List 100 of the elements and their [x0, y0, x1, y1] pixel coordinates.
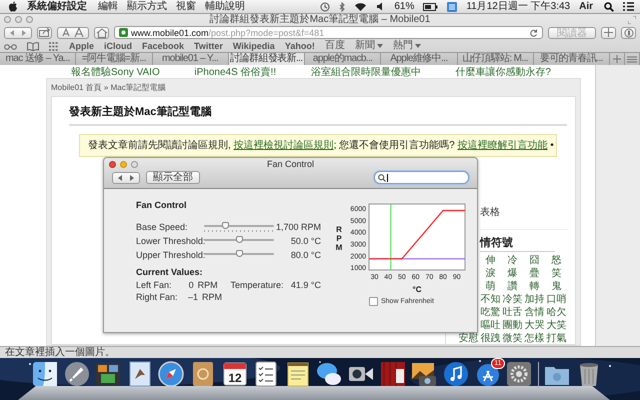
emoticon-link[interactable]: 大哭 — [524, 318, 545, 332]
emoticon-link[interactable]: 疊 — [524, 266, 545, 280]
show-all-button[interactable]: 顯示全部 — [146, 171, 200, 184]
add-button[interactable] — [601, 26, 616, 38]
bookmark-link[interactable]: Facebook — [142, 40, 184, 52]
bookmark-link[interactable]: Twitter — [194, 40, 223, 52]
browser-tab[interactable]: Apple維修中... — [381, 53, 458, 65]
emoticon-link[interactable]: 很跩 — [480, 330, 501, 344]
back-forward-button[interactable] — [4, 26, 32, 38]
close-button[interactable] — [109, 161, 116, 168]
music-note-icon[interactable] — [442, 360, 469, 388]
emoticon-link[interactable]: 冷 — [502, 252, 523, 266]
emoticon-link[interactable]: 怎樣 — [524, 330, 545, 344]
ad-link[interactable]: 浴室組合限時限量優惠中 — [310, 65, 421, 78]
back-forward-button[interactable] — [112, 172, 140, 184]
list-icon[interactable] — [623, 2, 634, 11]
emoticon-link[interactable]: 吃驚 — [480, 304, 501, 318]
grid-icon[interactable] — [49, 42, 59, 50]
breadcrumb[interactable]: Mobile01 首頁 » Mac筆記型電腦 — [51, 82, 576, 96]
reload-icon[interactable] — [530, 28, 538, 36]
fullscreen-icon[interactable] — [628, 16, 636, 24]
emoticon-link[interactable]: 轉 — [524, 278, 545, 292]
slider[interactable] — [204, 222, 274, 232]
emoticon-link[interactable]: 哈欠 — [546, 304, 567, 318]
wifi-icon[interactable] — [354, 2, 368, 12]
battery-icon[interactable] — [423, 2, 438, 10]
search-field[interactable] — [374, 171, 469, 184]
downloads-button[interactable] — [621, 26, 636, 38]
emoticon-link[interactable]: 囧 — [524, 252, 545, 266]
address-field[interactable]: www.mobile01.com/post.php?mode=post&f=481 — [114, 26, 543, 39]
emoticon-link[interactable]: 不知 — [480, 292, 501, 306]
emoticon-link[interactable]: 安慰 — [458, 330, 479, 344]
emoticon-link[interactable]: 大笑 — [546, 318, 567, 332]
emoticon-link[interactable]: 冷笑 — [502, 292, 523, 306]
bookmark-link[interactable]: Wikipedia — [232, 40, 275, 52]
calendar-icon[interactable]: 12 — [222, 360, 248, 388]
bookmark-link[interactable]: iCloud — [104, 40, 132, 52]
gear-icon[interactable] — [506, 360, 532, 388]
bookmark-link[interactable]: Apple — [69, 40, 94, 52]
keyboard-input-icon[interactable] — [447, 2, 458, 12]
glasses-icon[interactable] — [4, 42, 17, 50]
emoticon-link[interactable]: 打氣 — [546, 330, 567, 344]
tab-overview-button[interactable] — [625, 53, 640, 65]
split-face-icon[interactable] — [32, 360, 58, 388]
curtain-icon[interactable] — [380, 360, 406, 388]
notice-link[interactable]: 按這裡瞭解引言功能 — [457, 140, 548, 151]
browser-tab[interactable]: apple的macb... — [305, 53, 382, 65]
bookmark-link[interactable]: 熱門 — [392, 40, 421, 52]
calendar-date: 12 — [228, 371, 242, 385]
emoticon-link[interactable]: 嘔吐 — [480, 318, 501, 332]
text-size-button[interactable] — [57, 26, 89, 38]
emoticon-link[interactable]: 讚 — [502, 278, 523, 292]
bluetooth-icon[interactable] — [339, 2, 346, 12]
emoticon-link[interactable]: 萌 — [480, 278, 501, 292]
clock-icon[interactable] — [320, 2, 330, 12]
ad-link[interactable]: 報名體驗Sony VAIO — [71, 65, 160, 78]
menu-item[interactable]: 顯示方式 — [127, 0, 167, 13]
emoticon-link[interactable]: 吐舌 — [502, 304, 523, 318]
windows-icon[interactable] — [95, 360, 122, 388]
menu-item[interactable]: 視窗 — [176, 0, 196, 13]
menu-clock[interactable]: 11月12日週一 下午3:43 — [466, 0, 570, 13]
menu-item[interactable]: 編輯 — [98, 0, 118, 13]
menu-item[interactable]: 系統偏好設定 — [27, 0, 89, 13]
browser-tab[interactable]: 要可的青春訊... — [534, 53, 610, 65]
compass-icon[interactable] — [158, 360, 184, 388]
emoticon-link[interactable]: 淚 — [480, 266, 501, 280]
menu-item[interactable]: 輔助說明 — [205, 0, 245, 13]
emoticon-link[interactable]: 鬼 — [546, 278, 567, 292]
browser-tab[interactable]: mobile01 – Y... — [152, 53, 229, 65]
checkbox[interactable] — [369, 297, 378, 306]
emoticon-link[interactable]: 口哨 — [546, 292, 567, 306]
notice-link[interactable]: 按這裡檢視討論區規則 — [234, 140, 334, 151]
emoticon-link[interactable]: 團動 — [502, 318, 523, 332]
emoticon-link[interactable]: 怒 — [546, 252, 567, 266]
emoticon-link[interactable]: 加持 — [524, 292, 545, 306]
user-name[interactable]: Air — [579, 0, 595, 13]
browser-tab[interactable]: mac 送修 – Ya... — [0, 53, 76, 65]
bookmark-link[interactable]: 新聞 — [354, 40, 383, 52]
apple-icon[interactable] — [8, 1, 18, 12]
bookmark-link[interactable]: 百度 — [324, 40, 345, 52]
ad-link[interactable]: 什麼車讓你感動永存? — [455, 65, 551, 78]
emoticon-link[interactable]: 微笑 — [502, 330, 523, 344]
book-icon[interactable] — [27, 42, 39, 50]
bookmark-link[interactable]: Yahoo! — [284, 40, 315, 52]
emoticon-link[interactable]: 笑 — [546, 266, 567, 280]
ad-link[interactable]: iPhone4S 俗俗賣!! — [194, 65, 276, 78]
browser-tab[interactable]: 山仔頂驛站: M... — [458, 53, 534, 65]
speech-bubbles-icon[interactable] — [316, 360, 342, 388]
camera-photo-icon[interactable] — [411, 360, 438, 388]
emoticon-link[interactable]: 伸 — [480, 252, 501, 266]
notepad-icon[interactable] — [284, 360, 311, 388]
browser-tab[interactable]: 討論群組發表新... — [228, 53, 305, 65]
home-button[interactable] — [94, 26, 109, 38]
emoticon-link[interactable]: 含情 — [524, 304, 545, 318]
checklist-icon[interactable] — [253, 360, 280, 388]
share-button[interactable] — [37, 26, 52, 38]
new-tab-button[interactable] — [610, 53, 625, 65]
search-icon[interactable] — [604, 2, 614, 12]
browser-tab[interactable]: =阿牛電腦=新... — [76, 53, 152, 65]
emoticon-link[interactable]: 爆 — [502, 266, 523, 280]
